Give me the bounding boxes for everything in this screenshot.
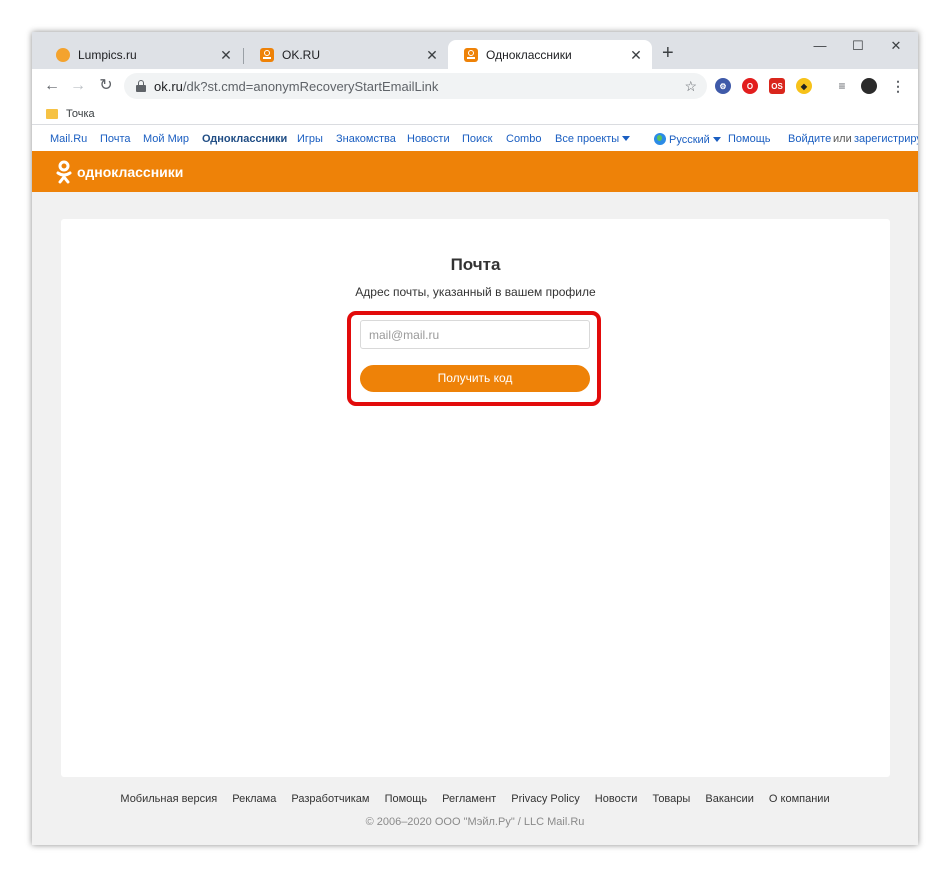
footer-links: Мобильная версия Реклама Разработчикам П… <box>32 793 918 805</box>
page-subtitle: Адрес почты, указанный в вашем профиле <box>355 285 596 299</box>
footer-link-privacy[interactable]: Privacy Policy <box>511 793 579 805</box>
page-content: Mail.Ru Почта Мой Мир Одноклассники Игры… <box>32 126 918 845</box>
shield-extension-icon[interactable]: ◆ <box>796 78 812 94</box>
tab-title: OK.RU <box>282 47 321 62</box>
footer-link-mobile[interactable]: Мобильная версия <box>120 793 217 805</box>
reload-icon[interactable]: ↻ <box>94 74 118 98</box>
avatar[interactable] <box>861 78 877 94</box>
footer-link-goods[interactable]: Товары <box>652 793 690 805</box>
browser-toolbar: ← → ↻ ok.ru/dk?st.cmd=anonymRecoveryStar… <box>32 69 918 103</box>
footer-link-rules[interactable]: Регламент <box>442 793 496 805</box>
mailru-portal-nav: Mail.Ru Почта Мой Мир Одноклассники Игры… <box>32 126 918 151</box>
chevron-down-icon <box>622 136 631 141</box>
nav-igry[interactable]: Игры <box>297 133 323 145</box>
register-link[interactable]: зарегистриру <box>854 133 918 145</box>
bookmarks-bar: Точка <box>32 103 918 125</box>
bookmark-star-icon[interactable]: ☆ <box>684 78 697 95</box>
close-tab-icon[interactable]: ✕ <box>218 47 234 63</box>
tab-strip: Lumpics.ru ✕ OK.RU ✕ Одноклассники ✕ + —… <box>32 32 918 69</box>
lumpics-favicon-icon <box>56 47 70 62</box>
ok-favicon-icon <box>260 47 274 62</box>
back-arrow-icon[interactable]: ← <box>40 74 64 98</box>
nav-odnoklassniki[interactable]: Одноклассники <box>202 133 287 145</box>
ok-header: одноклассники <box>32 151 918 192</box>
close-tab-icon[interactable]: ✕ <box>628 47 644 63</box>
nav-help[interactable]: Помощь <box>728 133 771 145</box>
footer-link-news[interactable]: Новости <box>595 793 638 805</box>
tab-lumpics[interactable]: Lumpics.ru ✕ <box>40 40 242 69</box>
nav-pochta[interactable]: Почта <box>100 133 131 145</box>
folder-icon <box>46 108 58 119</box>
tab-odnoklassniki-active[interactable]: Одноклассники ✕ <box>448 40 652 69</box>
os-extension-icon[interactable]: OS <box>769 78 785 94</box>
chevron-down-icon <box>712 137 721 142</box>
nav-poisk[interactable]: Поиск <box>462 133 492 145</box>
copyright-text: © 2006–2020 ООО "Мэйл.Ру" / LLC Mail.Ru <box>365 816 585 828</box>
language-selector[interactable]: Русский <box>654 133 721 146</box>
ok-favicon-icon <box>464 47 478 62</box>
url-text[interactable]: ok.ru/dk?st.cmd=anonymRecoveryStartEmail… <box>154 79 684 94</box>
opera-extension-icon[interactable]: O <box>742 78 758 94</box>
get-code-button[interactable]: Получить код <box>360 365 590 392</box>
footer-link-help[interactable]: Помощь <box>385 793 428 805</box>
nav-all-projects[interactable]: Все проекты <box>555 133 631 145</box>
nav-novosti[interactable]: Новости <box>407 133 450 145</box>
footer-link-ads[interactable]: Реклама <box>232 793 276 805</box>
footer-link-about[interactable]: О компании <box>769 793 830 805</box>
tab-title: Одноклассники <box>486 47 572 62</box>
lock-icon[interactable] <box>136 80 146 92</box>
menu-kebab-icon[interactable]: ⋮ <box>890 78 906 94</box>
login-link[interactable]: Войдите <box>788 133 831 145</box>
or-text: или <box>833 133 852 145</box>
address-bar[interactable]: ok.ru/dk?st.cmd=anonymRecoveryStartEmail… <box>124 73 707 99</box>
footer-link-jobs[interactable]: Вакансии <box>705 793 754 805</box>
bookmark-tochka[interactable]: Точка <box>66 108 95 120</box>
nav-combo[interactable]: Combo <box>506 133 541 145</box>
extension-gear-icon[interactable]: ⚙ <box>715 78 731 94</box>
tab-okru[interactable]: OK.RU ✕ <box>244 40 448 69</box>
media-queue-icon[interactable]: ≡ <box>834 78 850 94</box>
close-window-button[interactable]: ✕ <box>884 36 908 56</box>
page-title: Почта <box>450 255 501 274</box>
close-tab-icon[interactable]: ✕ <box>424 47 440 63</box>
maximize-button[interactable]: ☐ <box>846 36 870 56</box>
ok-brand-name[interactable]: одноклассники <box>77 164 183 180</box>
nav-znakomstva[interactable]: Знакомства <box>336 133 396 145</box>
email-recovery-card: Почта Адрес почты, указанный в вашем про… <box>61 219 890 777</box>
new-tab-button[interactable]: + <box>662 43 674 63</box>
nav-mailru[interactable]: Mail.Ru <box>50 133 87 145</box>
footer-link-developers[interactable]: Разработчикам <box>291 793 369 805</box>
ok-logo-icon[interactable] <box>56 160 72 184</box>
tab-title: Lumpics.ru <box>78 47 137 62</box>
email-field[interactable] <box>360 320 590 349</box>
forward-arrow-icon[interactable]: → <box>66 74 90 98</box>
minimize-button[interactable]: — <box>808 36 832 56</box>
nav-moy-mir[interactable]: Мой Мир <box>143 133 189 145</box>
browser-window: Lumpics.ru ✕ OK.RU ✕ Одноклассники ✕ + —… <box>32 32 918 845</box>
globe-icon <box>654 133 666 145</box>
